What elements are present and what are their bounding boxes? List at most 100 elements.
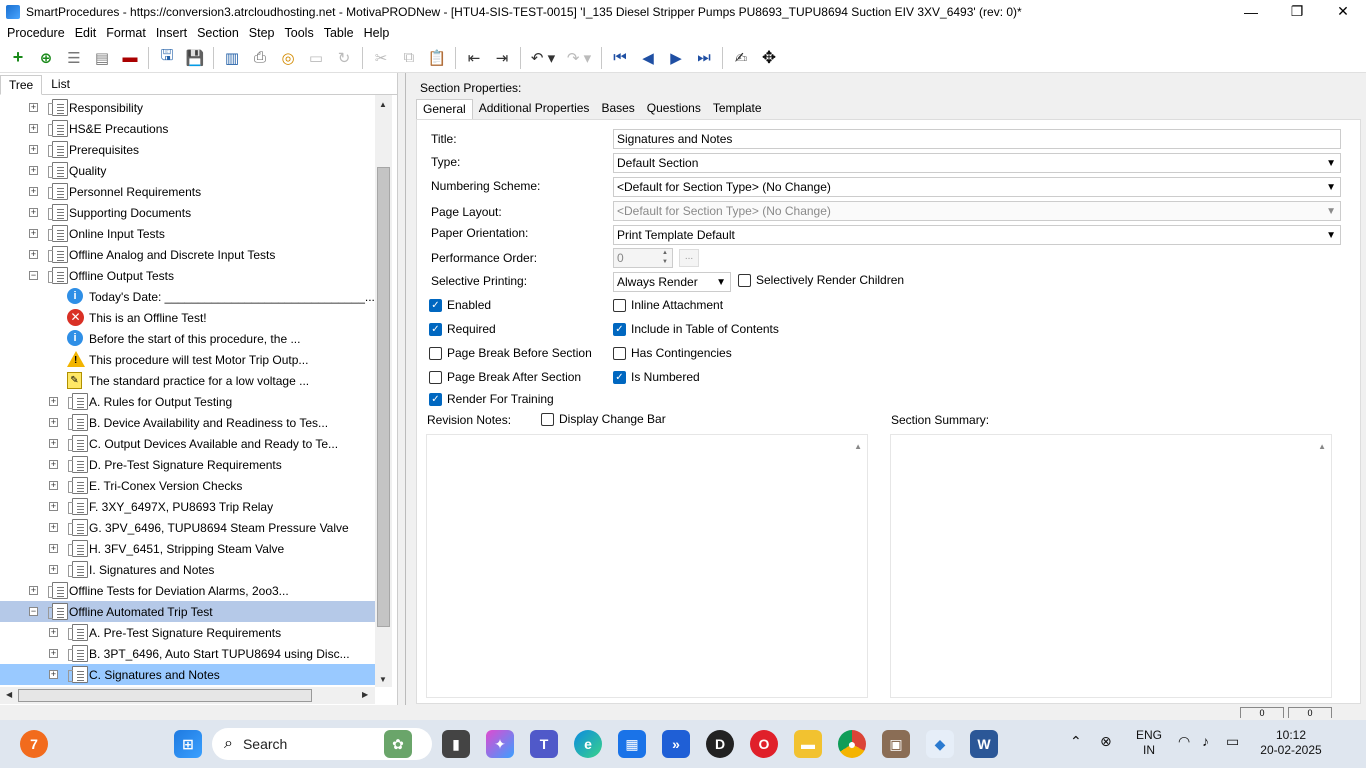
expand-icon[interactable]: + [49,649,58,658]
tree-node[interactable]: + D. Pre-Test Signature Requirements [0,454,375,475]
menu-procedure[interactable]: Procedure [2,26,70,40]
edge-icon[interactable]: e [574,730,602,758]
checkbox-box[interactable]: ✓ [429,392,442,406]
revision-notes-textarea[interactable]: ▲ [426,434,868,698]
expand-icon[interactable]: + [49,460,58,469]
tab-additional-properties[interactable]: Additional Properties [473,99,596,119]
tree-node[interactable]: + B. Device Availability and Readiness to… [0,412,375,433]
tree-node[interactable]: + Quality [0,160,375,181]
paste-icon[interactable]: 📋 [426,47,448,69]
collapse-icon[interactable]: − [29,271,38,280]
file-explorer-icon[interactable]: ▬ [794,730,822,758]
menu-table[interactable]: Table [319,26,359,40]
cut-icon[interactable]: ✂ [370,47,392,69]
checkbox-box[interactable]: ✓ [613,370,626,384]
battery-icon[interactable]: ▭ [1226,734,1239,749]
wifi-icon[interactable]: ◠ [1178,734,1190,749]
required-checkbox[interactable]: ✓ Required [429,322,496,336]
checkbox-box[interactable] [429,370,442,384]
add-child-icon[interactable]: ⊕ [35,47,57,69]
expand-icon[interactable]: + [29,586,38,595]
tree-node[interactable]: ✎ The standard practice for a low voltage… [0,370,375,391]
render-for-training-checkbox[interactable]: ✓ Render For Training [429,392,554,406]
menu-edit[interactable]: Edit [70,26,102,40]
outdent-icon[interactable]: ⇤ [463,47,485,69]
checkbox-box[interactable] [541,412,554,426]
smartprocedures-taskbar-icon[interactable]: ◆ [926,730,954,758]
scroll-right-icon[interactable]: ▶ [362,690,368,699]
previous-icon[interactable]: ◀ [637,47,659,69]
tab-questions[interactable]: Questions [641,99,707,119]
scroll-down-icon[interactable]: ▼ [379,675,387,684]
checkbox-box[interactable] [429,346,442,360]
menu-insert[interactable]: Insert [151,26,192,40]
expand-icon[interactable]: + [29,229,38,238]
expand-icon[interactable]: + [49,544,58,553]
selectively-render-children-checkbox[interactable]: Selectively Render Children [738,273,904,287]
tree-vertical-scrollbar[interactable]: ▲ ▼ [375,95,392,687]
expand-icon[interactable]: + [49,418,58,427]
tab-list[interactable]: List [42,74,79,94]
tab-bases[interactable]: Bases [595,99,640,119]
is-numbered-checkbox[interactable]: ✓ Is Numbered [613,370,700,384]
scroll-up-icon[interactable]: ▲ [379,100,387,109]
terminal-icon[interactable]: ▮ [442,730,470,758]
inline-attachment-checkbox[interactable]: Inline Attachment [613,298,723,312]
expand-icon[interactable]: + [49,502,58,511]
widget-icon[interactable]: ✿ [384,730,412,758]
network-status-icon[interactable]: ⊗ [1100,734,1112,749]
close-button[interactable]: ✕ [1320,0,1366,23]
expand-icon[interactable]: + [49,523,58,532]
expand-icon[interactable]: + [49,439,58,448]
tree-horizontal-scrollbar[interactable]: ◀ ▶ [0,687,375,704]
publish-icon[interactable]: ▥ [221,47,243,69]
checkbox-box[interactable]: ✓ [613,322,626,336]
tree-node[interactable]: + Prerequisites [0,139,375,160]
remote-app-icon[interactable]: ▣ [882,730,910,758]
start-icon[interactable]: ⊞ [174,730,202,758]
page-layout-select[interactable]: <Default for Section Type> (No Change) ▼ [613,201,1341,221]
tree-node[interactable]: ! This procedure will test Motor Trip Out… [0,349,375,370]
checkbox-box[interactable] [613,346,626,360]
tree-node[interactable]: + B. 3PT_6496, Auto Start TUPU8694 using … [0,643,375,664]
volume-icon[interactable]: ♪ [1202,734,1209,749]
move-icon[interactable]: ✥ [758,47,780,69]
scroll-thumb[interactable] [18,689,312,702]
indent-icon[interactable]: ⇥ [491,47,513,69]
expand-icon[interactable]: + [29,103,38,112]
enabled-checkbox[interactable]: ✓ Enabled [429,298,491,312]
tree-node[interactable]: − Offline Automated Trip Test [0,601,375,622]
add-icon[interactable]: + [7,47,29,69]
copy-icon[interactable]: ⧉ [398,47,420,69]
expand-icon[interactable]: + [49,397,58,406]
minimize-button[interactable]: — [1228,0,1274,23]
list-icon[interactable]: ☰ [63,47,85,69]
expand-icon[interactable]: + [29,208,38,217]
first-icon[interactable]: ⏮ [609,47,631,69]
expand-icon[interactable]: + [49,670,58,679]
page-break-after-checkbox[interactable]: Page Break After Section [429,370,581,384]
spinner-arrows-icon[interactable]: ▲ ▼ [659,249,671,267]
tree-node[interactable]: + I. Signatures and Notes [0,559,375,580]
last-icon[interactable]: ⏭ [693,47,715,69]
scroll-left-icon[interactable]: ◀ [6,690,12,699]
tree-node[interactable]: + Personnel Requirements [0,181,375,202]
checkbox-box[interactable] [738,273,751,287]
save-icon[interactable]: 💾 [184,47,206,69]
expand-icon[interactable]: + [49,628,58,637]
scroll-up-icon[interactable]: ▲ [854,442,862,451]
dell-icon[interactable]: D [706,730,734,758]
scroll-up-icon[interactable]: ▲ [1318,442,1326,451]
tab-general[interactable]: General [416,99,473,119]
include-toc-checkbox[interactable]: ✓ Include in Table of Contents [613,322,779,336]
expand-icon[interactable]: + [29,145,38,154]
list-alt-icon[interactable]: ▤ [91,47,113,69]
undo-icon[interactable]: ↶ ▾ [528,47,558,69]
performance-order-spinner[interactable]: 0 ▲ ▼ [613,248,673,268]
menu-section[interactable]: Section [192,26,244,40]
scroll-thumb[interactable] [377,167,390,627]
expand-icon[interactable]: + [49,565,58,574]
expand-icon[interactable]: + [49,481,58,490]
section-summary-textarea[interactable]: ▲ [890,434,1332,698]
maximize-button[interactable]: ❐ [1274,0,1320,23]
